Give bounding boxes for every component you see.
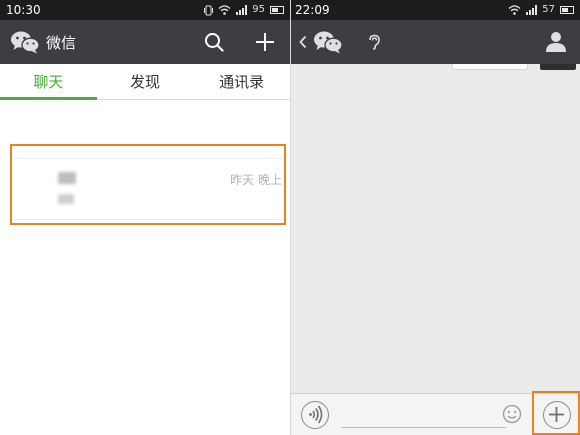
wechat-chat-list-screen: 10:30 95 微信 聊天 发现 通讯录 昨天 晚上 xyxy=(0,0,290,435)
voice-icon xyxy=(309,405,323,424)
signal-icon xyxy=(526,5,538,15)
message-text-field[interactable] xyxy=(341,427,506,428)
status-time: 10:30 xyxy=(6,3,41,17)
battery-icon xyxy=(270,6,284,14)
wifi-icon xyxy=(218,5,231,15)
main-tabs: 聊天 发现 通讯录 xyxy=(0,64,290,100)
status-bar: 10:30 95 xyxy=(0,0,290,20)
app-title: 微信 xyxy=(46,33,77,52)
status-time: 22:09 xyxy=(295,3,330,17)
search-icon[interactable] xyxy=(204,32,224,52)
tab-contacts[interactable]: 通讯录 xyxy=(193,64,290,99)
signal-icon xyxy=(236,5,248,15)
app-header: 微信 xyxy=(0,20,290,64)
status-bar: 22:09 57 xyxy=(291,0,580,20)
battery-level: 95 xyxy=(252,4,265,15)
earpiece-icon xyxy=(369,34,380,50)
wifi-icon xyxy=(508,5,521,15)
highlight-box-plus-button xyxy=(532,391,580,435)
vibrate-icon xyxy=(204,5,214,15)
tab-discover[interactable]: 发现 xyxy=(97,64,194,99)
active-tab-indicator xyxy=(0,97,97,100)
wechat-conversation-screen: 22:09 57 xyxy=(291,0,580,435)
battery-icon xyxy=(560,6,574,14)
avatar-partial xyxy=(540,64,576,70)
back-chevron-icon[interactable] xyxy=(299,35,307,49)
battery-level: 57 xyxy=(542,4,555,15)
wechat-logo-icon xyxy=(11,31,40,54)
highlight-box-chat-item xyxy=(10,144,286,225)
add-plus-icon[interactable] xyxy=(255,32,275,52)
wechat-logo-icon xyxy=(314,31,343,54)
contact-profile-icon[interactable] xyxy=(546,31,566,53)
emoji-icon[interactable] xyxy=(502,404,522,424)
voice-input-button[interactable] xyxy=(301,401,329,429)
message-bubble-partial xyxy=(452,64,528,70)
tab-chats[interactable]: 聊天 xyxy=(0,64,97,99)
conversation-header xyxy=(291,20,580,64)
